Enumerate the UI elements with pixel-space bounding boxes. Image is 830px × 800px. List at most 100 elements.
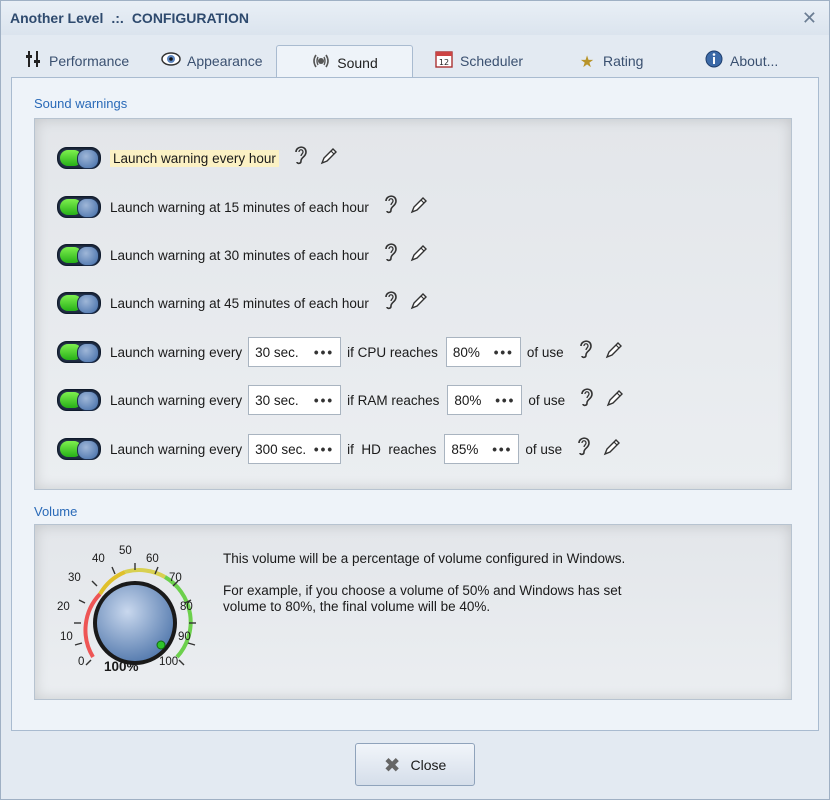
- warning-row-every-hour: Launch warning every hour: [57, 145, 339, 171]
- threshold-value: 85%: [451, 441, 479, 457]
- warning-label: Launch warning at 15 minutes of each hou…: [110, 199, 369, 215]
- interval-field[interactable]: 30 sec. •••: [248, 337, 342, 367]
- volume-box: 0 10 20 30 40 50 60 70 80 90 100 100% Th…: [34, 524, 792, 700]
- star-icon: ★: [579, 51, 595, 71]
- toggle-switch[interactable]: [57, 438, 101, 460]
- sliders-icon: [23, 50, 43, 72]
- app-name: Another Level: [10, 10, 104, 26]
- window-close-icon[interactable]: ✕: [802, 8, 817, 29]
- suffix-label: of use: [526, 344, 564, 360]
- window-title: Another Level.:. CONFIGURATION: [10, 10, 249, 26]
- toggle-switch[interactable]: [57, 244, 101, 266]
- threshold-field[interactable]: 85% •••: [444, 434, 520, 464]
- sound-tab-panel: Sound warnings Launch warning every hour…: [11, 77, 819, 731]
- tab-label: Rating: [603, 53, 644, 69]
- tab-about[interactable]: About...: [704, 45, 778, 77]
- scale-label-50: 50: [119, 545, 132, 557]
- toggle-switch[interactable]: [57, 147, 101, 169]
- ear-icon[interactable]: [579, 386, 595, 414]
- warning-row-cpu: Launch warning every 30 sec. ••• if CPU …: [57, 337, 624, 367]
- pencil-icon[interactable]: [604, 340, 624, 365]
- scale-label-60: 60: [146, 553, 159, 565]
- scale-label-70: 70: [169, 572, 182, 584]
- ear-icon[interactable]: [383, 241, 399, 269]
- resource-label: if HD reaches: [347, 441, 437, 457]
- dots-button[interactable]: •••: [495, 393, 515, 408]
- suffix-label: of use: [525, 441, 563, 457]
- speaker-icon: [311, 52, 331, 74]
- warning-label: Launch warning every hour: [110, 149, 279, 167]
- suffix-label: of use: [528, 392, 566, 408]
- scale-label-20: 20: [57, 601, 70, 613]
- warning-prefix: Launch warning every: [110, 441, 243, 457]
- pencil-icon[interactable]: [605, 388, 625, 413]
- config-window: Another Level.:. CONFIGURATION ✕ Performa…: [0, 0, 830, 800]
- scale-label-30: 30: [68, 572, 81, 584]
- tab-appearance[interactable]: Appearance: [161, 45, 263, 77]
- eye-icon: [161, 50, 181, 72]
- scale-label-10: 10: [60, 631, 73, 643]
- tab-label: Scheduler: [460, 53, 524, 69]
- toggle-switch[interactable]: [57, 341, 101, 363]
- toggle-switch[interactable]: [57, 196, 101, 218]
- tab-performance[interactable]: Performance: [23, 45, 129, 77]
- scale-label-90: 90: [178, 631, 191, 643]
- resource-label: if CPU reaches: [347, 344, 438, 360]
- scale-label-0: 0: [78, 656, 85, 668]
- threshold-value: 80%: [452, 344, 480, 360]
- tab-label: Performance: [49, 53, 130, 69]
- close-icon: ✖: [383, 752, 401, 777]
- threshold-field[interactable]: 80% •••: [447, 385, 523, 415]
- tab-label: Sound: [337, 54, 378, 71]
- tab-scheduler[interactable]: 12 Scheduler: [434, 45, 523, 77]
- dots-button[interactable]: •••: [314, 442, 334, 457]
- ear-icon[interactable]: [576, 435, 592, 463]
- title-bar: Another Level.:. CONFIGURATION ✕: [1, 1, 829, 35]
- calendar-icon: 12: [434, 50, 454, 72]
- volume-value: 100%: [104, 659, 139, 674]
- ear-icon[interactable]: [383, 289, 399, 317]
- warning-prefix: Launch warning every: [110, 392, 243, 408]
- warning-row-hd: Launch warning every 300 sec. ••• if HD …: [57, 434, 622, 464]
- dots-button[interactable]: •••: [492, 442, 512, 457]
- threshold-field[interactable]: 80% •••: [445, 337, 521, 367]
- warning-row-45-min: Launch warning at 45 minutes of each hou…: [57, 290, 429, 316]
- dots-button[interactable]: •••: [314, 345, 334, 360]
- interval-field[interactable]: 300 sec. •••: [248, 434, 342, 464]
- toggle-switch[interactable]: [57, 389, 101, 411]
- title-separator: .:.: [111, 10, 124, 26]
- warning-label: Launch warning at 30 minutes of each hou…: [110, 247, 369, 263]
- tab-label: About...: [730, 53, 779, 69]
- warning-label: Launch warning at 45 minutes of each hou…: [110, 295, 369, 311]
- volume-info-line1: This volume will be a percentage of volu…: [223, 551, 626, 566]
- volume-info-line3: volume to 80%, the final volume will be …: [223, 599, 491, 614]
- scale-labels: 0 10 20 30 40 50 60 70 80 90 100 100%: [35, 525, 235, 699]
- toggle-switch[interactable]: [57, 292, 101, 314]
- tab-bar: Performance Appearance Sound 12 Schedule…: [11, 45, 819, 79]
- pencil-icon[interactable]: [602, 437, 622, 462]
- tab-label: Appearance: [187, 53, 263, 69]
- pencil-icon[interactable]: [409, 195, 429, 220]
- tab-rating[interactable]: ★ Rating: [577, 45, 644, 77]
- pencil-icon[interactable]: [409, 243, 429, 268]
- warning-prefix: Launch warning every: [110, 344, 243, 360]
- close-label: Close: [410, 756, 447, 773]
- interval-value: 30 sec.: [255, 392, 299, 408]
- volume-info-line2: For example, if you choose a volume of 5…: [223, 583, 622, 598]
- pencil-icon[interactable]: [409, 291, 429, 316]
- dots-button[interactable]: •••: [494, 345, 514, 360]
- scale-label-80: 80: [180, 601, 193, 613]
- warning-row-ram: Launch warning every 30 sec. ••• if RAM …: [57, 385, 625, 415]
- sound-warnings-box: Launch warning every hour Launch warning…: [34, 118, 792, 490]
- svg-text:12: 12: [439, 58, 449, 67]
- ear-icon[interactable]: [578, 338, 594, 366]
- interval-value: 300 sec.: [255, 441, 307, 457]
- interval-field[interactable]: 30 sec. •••: [248, 385, 342, 415]
- close-button[interactable]: ✖ Close: [355, 743, 475, 786]
- pencil-icon[interactable]: [319, 146, 339, 171]
- threshold-value: 80%: [454, 392, 482, 408]
- dots-button[interactable]: •••: [314, 393, 334, 408]
- ear-icon[interactable]: [383, 193, 399, 221]
- tab-sound[interactable]: Sound: [276, 45, 413, 79]
- ear-icon[interactable]: [293, 144, 309, 172]
